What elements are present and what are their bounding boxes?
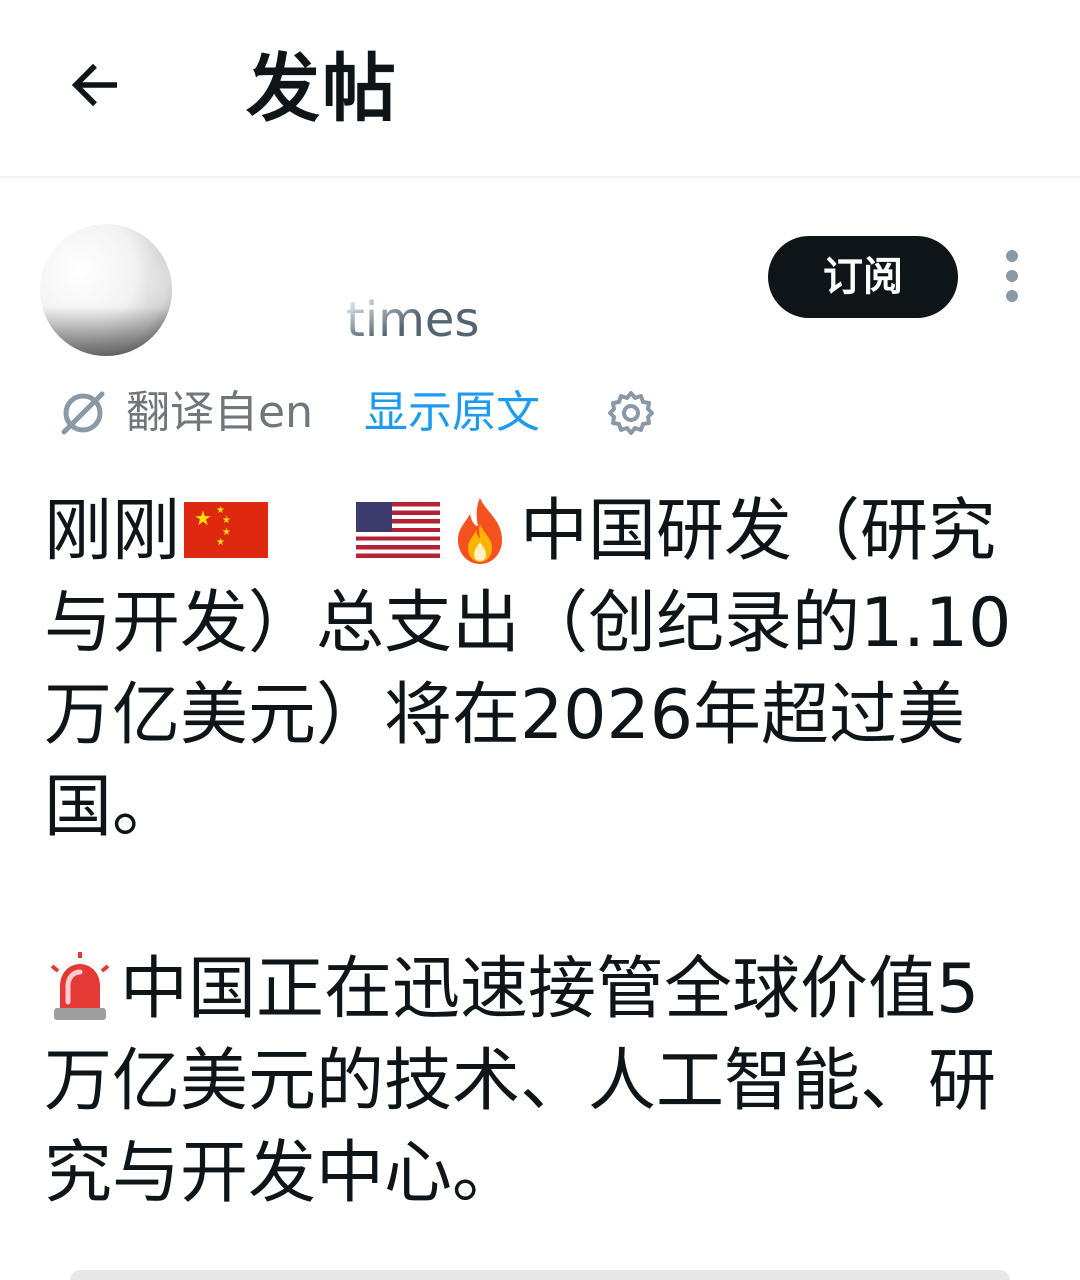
- blurred-name-overlay: [150, 226, 430, 346]
- top-bar: 发帖: [0, 0, 1080, 178]
- post-paragraph-2: 中国正在迅速接管全球价值5万亿美元的技术、人工智能、研究与开发中心。: [44, 944, 1044, 1220]
- subscribe-button[interactable]: 订阅: [768, 236, 958, 318]
- china-flag-icon: ★ ★ ★ ★ ★: [184, 502, 269, 559]
- us-flag-icon: [356, 502, 441, 559]
- more-dot: [1006, 250, 1018, 262]
- arrow-left-icon: [71, 63, 117, 107]
- translate-icon: [61, 391, 105, 435]
- media-card-edge: [70, 1270, 1010, 1280]
- back-button[interactable]: [62, 52, 128, 118]
- post-paragraph-1: 刚刚 ★ ★ ★ ★ ★ 中国研发（研究与开发）总支出（创纪录的1.10万亿美元）将在202…: [44, 486, 1044, 854]
- more-options-button[interactable]: [994, 250, 1030, 304]
- translation-bar: 翻译自en 显示原文: [56, 380, 676, 446]
- show-original-link[interactable]: 显示原文: [364, 380, 540, 446]
- post-text: 刚刚 ★ ★ ★ ★ ★ 中国研发（研究与开发）总支出（创纪录的1.10万亿美元）将在202…: [44, 486, 1044, 1220]
- page-title: 发帖: [246, 46, 398, 132]
- translated-from-label: 翻译自en: [126, 387, 313, 438]
- police-light-emoji-icon: [46, 952, 114, 1024]
- post-text-paragraph2: 中国正在迅速接管全球价值5万亿美元的技术、人工智能、研究与开发中心。: [44, 950, 997, 1213]
- post-text-prefix: 刚刚: [44, 492, 181, 571]
- more-dot: [1006, 290, 1018, 302]
- gear-icon[interactable]: [606, 388, 656, 438]
- fire-emoji-icon: [446, 494, 514, 566]
- more-dot: [1006, 270, 1018, 282]
- post-detail-page: 发帖 times 订阅 翻译自en 显示原文 刚刚★★★★★中国研发（研究与开发…: [0, 0, 1080, 1280]
